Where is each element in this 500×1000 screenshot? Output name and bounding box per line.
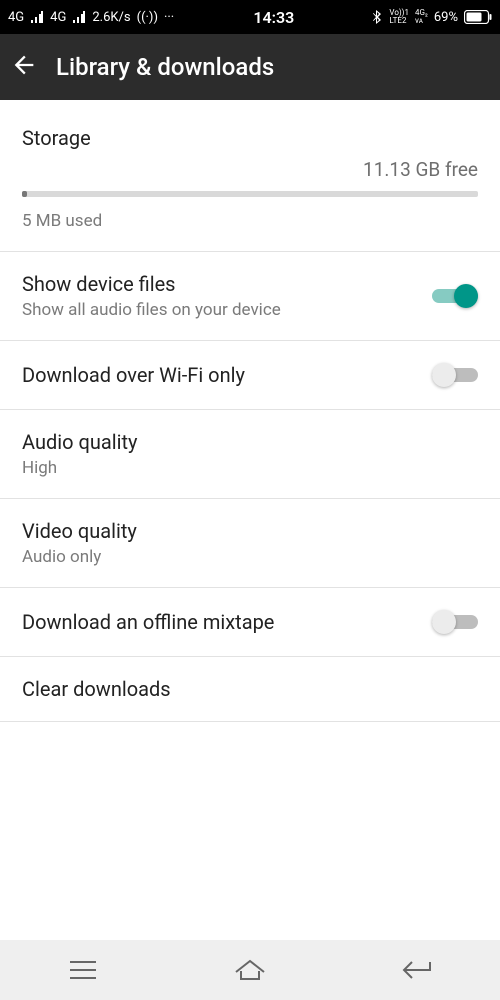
hotspot-icon: ((·)) <box>137 10 158 25</box>
battery-icon <box>464 10 492 24</box>
network-label-2: 4G <box>50 10 66 25</box>
audio-quality-row[interactable]: Audio quality High <box>0 410 500 499</box>
back-button[interactable] <box>10 51 38 83</box>
bluetooth-icon <box>373 10 383 24</box>
storage-free: 11.13 GB free <box>22 158 478 181</box>
storage-row[interactable]: Storage 11.13 GB free 5 MB used <box>0 100 500 252</box>
offline-mixtape-toggle[interactable] <box>432 608 478 636</box>
wifi-only-row[interactable]: Download over Wi-Fi only <box>0 341 500 410</box>
wifi-only-title: Download over Wi-Fi only <box>22 363 416 387</box>
status-right: Vo))1 LTE2 4G₂ vᴀ 69% <box>373 9 492 25</box>
signal-icon-1 <box>30 11 44 23</box>
va-label: vᴀ <box>415 17 428 25</box>
storage-used: 5 MB used <box>22 211 478 231</box>
video-quality-value: Audio only <box>22 547 478 567</box>
back-nav-button[interactable] <box>387 950 447 990</box>
status-bar: 4G 4G 2.6K/s ((·)) ··· 14:33 Vo))1 LTE2 … <box>0 0 500 34</box>
storage-progress <box>22 191 478 197</box>
clear-downloads-title: Clear downloads <box>22 677 478 701</box>
video-quality-title: Video quality <box>22 519 478 543</box>
home-button[interactable] <box>220 950 280 990</box>
audio-quality-value: High <box>22 458 478 478</box>
storage-title: Storage <box>22 126 478 150</box>
show-device-files-title: Show device files <box>22 272 416 296</box>
recent-apps-button[interactable] <box>53 950 113 990</box>
show-device-files-row[interactable]: Show device files Show all audio files o… <box>0 252 500 341</box>
more-icon: ··· <box>164 10 174 25</box>
storage-progress-fill <box>22 191 27 197</box>
system-nav-bar <box>0 940 500 1000</box>
network-label-1: 4G <box>8 10 24 25</box>
show-device-files-sub: Show all audio files on your device <box>22 300 416 320</box>
clear-downloads-row[interactable]: Clear downloads <box>0 657 500 722</box>
battery-pct: 69% <box>434 10 458 25</box>
lte-label: LTE2 <box>389 17 409 25</box>
audio-quality-title: Audio quality <box>22 430 478 454</box>
settings-list: Storage 11.13 GB free 5 MB used Show dev… <box>0 100 500 722</box>
offline-mixtape-row[interactable]: Download an offline mixtape <box>0 588 500 657</box>
video-quality-row[interactable]: Video quality Audio only <box>0 499 500 588</box>
clock: 14:33 <box>253 8 294 27</box>
signal-icon-2 <box>72 11 86 23</box>
back-outline-icon <box>401 959 433 981</box>
app-bar: Library & downloads <box>0 34 500 100</box>
wifi-only-toggle[interactable] <box>432 361 478 389</box>
arrow-back-icon <box>10 51 38 79</box>
offline-mixtape-title: Download an offline mixtape <box>22 610 416 634</box>
page-title: Library & downloads <box>56 53 274 81</box>
show-device-files-toggle[interactable] <box>432 282 478 310</box>
status-left: 4G 4G 2.6K/s ((·)) ··· <box>8 10 174 25</box>
menu-lines-icon <box>68 959 98 981</box>
home-outline-icon <box>233 958 267 982</box>
speed-label: 2.6K/s <box>92 10 130 25</box>
